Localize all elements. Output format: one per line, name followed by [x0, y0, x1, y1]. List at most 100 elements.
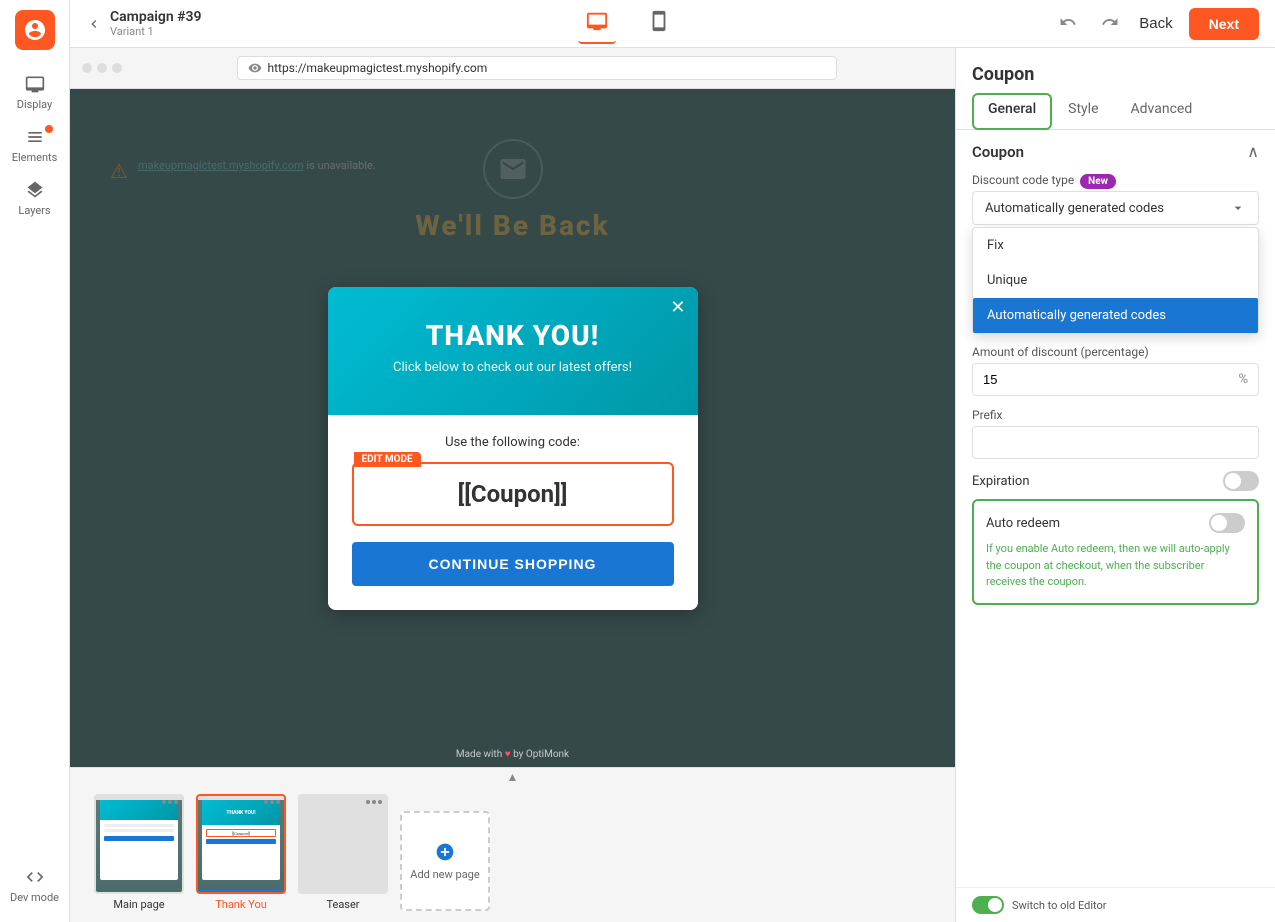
variant-label: Variant 1: [110, 25, 202, 38]
campaign-name: Campaign #39: [110, 9, 202, 25]
sidebar-item-devmode[interactable]: Dev mode: [0, 859, 69, 912]
switch-editor-toggle[interactable]: [972, 896, 1004, 914]
thumb-label-main: Main page: [113, 898, 164, 911]
edit-mode-badge: EDIT MODE: [354, 452, 421, 467]
thumbnail-thank-you[interactable]: THANK YOU! [[Coupon]]: [196, 794, 286, 911]
url-bar: https://makeupmagictest.myshopify.com: [237, 56, 837, 80]
thumb-card-thankyou: THANK YOU! [[Coupon]]: [196, 794, 286, 894]
dropdown-option-unique[interactable]: Unique: [973, 263, 1258, 298]
back-button[interactable]: Back: [1139, 15, 1172, 32]
redo-icon: [1101, 13, 1119, 31]
undo-btn[interactable]: [1055, 9, 1081, 39]
dropdown-selected-value[interactable]: Automatically generated codes: [972, 191, 1259, 225]
auto-redeem-box: Auto redeem If you enable Auto redeem, t…: [972, 499, 1259, 605]
browser-dots: [82, 63, 122, 73]
thumbnails-bar: ▲: [70, 767, 955, 922]
auto-redeem-label: Auto redeem: [986, 516, 1060, 531]
prefix-input[interactable]: [972, 426, 1259, 459]
popup-overlay: ✕ THANK YOU! Click below to check out ou…: [70, 89, 955, 808]
sidebar-item-elements[interactable]: Elements: [0, 119, 69, 172]
discount-type-label: Discount code type New: [972, 173, 1259, 187]
popup-close-btn[interactable]: ✕: [670, 299, 685, 317]
next-button[interactable]: Next: [1189, 8, 1259, 40]
desktop-device-btn[interactable]: [578, 4, 616, 44]
credit-text: Made with ♥ by OptiMonk: [456, 749, 569, 760]
devmode-label: Dev mode: [10, 891, 59, 904]
expiration-toggle[interactable]: [1223, 471, 1259, 491]
app-logo: [15, 10, 55, 50]
amount-label: Amount of discount (percentage): [972, 345, 1259, 359]
popup-coupon-box[interactable]: EDIT MODE [[Coupon]]: [352, 462, 674, 526]
sidebar-item-layers[interactable]: Layers: [0, 172, 69, 225]
add-page-icon: [435, 842, 455, 862]
amount-input-wrap: %: [972, 363, 1259, 396]
browser-dot-yellow: [97, 63, 107, 73]
thumb-dots-thankyou: [264, 800, 280, 804]
prefix-section: Prefix: [972, 408, 1259, 459]
desktop-icon: [586, 10, 608, 32]
dropdown-option-fix[interactable]: Fix: [973, 228, 1258, 263]
back-chevron-icon: [86, 16, 102, 32]
scroll-up-btn[interactable]: ▲: [507, 770, 519, 784]
switch-editor-label: Switch to old Editor: [1012, 899, 1107, 912]
thumb-dots-main: [162, 800, 178, 804]
layers-icon: [25, 180, 45, 200]
thumb-label-thankyou: Thank You: [215, 898, 267, 911]
browser-bar: https://makeupmagictest.myshopify.com: [70, 48, 955, 89]
dropdown-option-auto[interactable]: Automatically generated codes: [973, 298, 1258, 333]
panel-tabs: General Style Advanced: [956, 85, 1275, 130]
new-badge: New: [1080, 174, 1116, 189]
device-switcher: [202, 4, 1056, 44]
elements-icon: [25, 127, 45, 147]
campaign-title: Campaign #39 Variant 1: [110, 9, 202, 38]
heart-icon: ♥: [505, 749, 511, 760]
tab-general[interactable]: General: [972, 93, 1052, 130]
layers-label: Layers: [18, 204, 50, 217]
redo-btn[interactable]: [1097, 9, 1123, 39]
tab-advanced-label: Advanced: [1131, 101, 1193, 117]
mobile-device-btn[interactable]: [640, 4, 678, 44]
browser-dot-red: [82, 63, 92, 73]
option-auto-label: Automatically generated codes: [987, 308, 1166, 323]
tab-advanced[interactable]: Advanced: [1115, 93, 1209, 129]
prefix-label: Prefix: [972, 408, 1259, 422]
display-icon: [25, 74, 45, 94]
auto-redeem-toggle-knob: [1211, 515, 1227, 531]
popup-code-label: Use the following code:: [352, 435, 674, 450]
tab-style-label: Style: [1068, 101, 1098, 117]
dropdown-chevron-icon: [1230, 200, 1246, 216]
elements-label: Elements: [12, 151, 58, 164]
mobile-icon: [648, 10, 670, 32]
popup-subtitle: Click below to check out our latest offe…: [352, 360, 674, 375]
thumb-label-teaser: Teaser: [326, 898, 359, 911]
sidebar: Display Elements Layers Dev mode: [0, 0, 70, 922]
option-unique-label: Unique: [987, 273, 1027, 288]
thumbnail-teaser[interactable]: Teaser: [298, 794, 388, 911]
auto-redeem-toggle[interactable]: [1209, 513, 1245, 533]
thumb-dots-teaser: [366, 800, 382, 804]
auto-redeem-row: Auto redeem: [986, 513, 1245, 533]
add-page-label: Add new page: [410, 868, 479, 881]
popup-widget: ✕ THANK YOU! Click below to check out ou…: [328, 287, 698, 610]
tab-general-label: General: [988, 101, 1036, 117]
discount-type-label-text: Discount code type: [972, 173, 1074, 187]
auto-redeem-description: If you enable Auto redeem, then we will …: [986, 541, 1245, 591]
discount-type-dropdown[interactable]: Automatically generated codes Fix Unique…: [972, 191, 1259, 225]
section-title: Coupon: [972, 143, 1024, 161]
continue-shopping-btn[interactable]: CONTINUE SHOPPING: [352, 542, 674, 586]
back-nav[interactable]: [86, 16, 102, 32]
dropdown-current-label: Automatically generated codes: [985, 201, 1164, 216]
tab-style[interactable]: Style: [1052, 93, 1114, 129]
section-collapse-btn[interactable]: ∧: [1247, 142, 1259, 161]
devmode-icon: [25, 867, 45, 887]
section-header: Coupon ∧: [972, 142, 1259, 161]
amount-section: Amount of discount (percentage) %: [972, 345, 1259, 396]
switch-editor-row[interactable]: Switch to old Editor: [956, 887, 1275, 922]
thumb-card-teaser: [298, 794, 388, 894]
popup-body: Use the following code: EDIT MODE [[Coup…: [328, 415, 698, 610]
eye-icon: [248, 61, 262, 75]
thumbnail-main-page[interactable]: › Main page: [94, 794, 184, 911]
add-new-page-btn[interactable]: Add new page: [400, 811, 490, 911]
sidebar-item-display[interactable]: Display: [0, 66, 69, 119]
amount-input[interactable]: [973, 364, 1228, 395]
